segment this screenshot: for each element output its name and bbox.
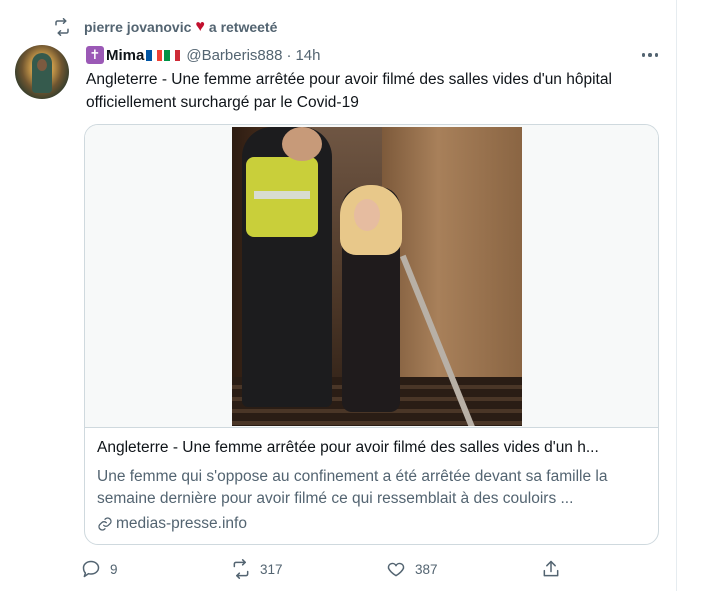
link-card[interactable]: Angleterre - Une femme arrêtée pour avoi… [84,124,659,545]
card-media[interactable] [85,125,658,428]
reply-icon [80,558,102,580]
card-description: Une femme qui s'oppose au confinement a … [97,468,608,507]
cross-emoji-icon: ✝ [86,46,104,64]
retweet-icon [52,17,72,37]
retweeter-name[interactable]: pierre jovanovic [84,19,191,35]
retweet-context: pierre jovanovic ♥ a retweeté [52,16,277,38]
more-icon[interactable] [638,46,662,64]
tweet-header: ✝ Mima @Barberis888 · 14h [86,44,320,66]
retweet-action-text: a retweeté [208,19,278,35]
card-body[interactable]: Angleterre - Une femme arrêtée pour avoi… [97,437,647,535]
italy-flag-icon [164,49,181,61]
reply-button[interactable]: 9 [80,556,118,582]
heart-icon: ♥ [195,18,205,35]
user-handle[interactable]: @Barberis888 [186,47,282,64]
link-icon [97,516,113,532]
avatar[interactable] [15,45,69,99]
france-flag-icon [146,49,163,61]
share-button[interactable] [540,556,570,582]
like-count: 387 [415,561,438,577]
tweet-text: Angleterre - Une femme arrêtée pour avoi… [86,71,612,111]
tweet-time[interactable]: 14h [295,47,320,64]
separator-dot: · [286,46,292,64]
card-domain-row: medias-presse.info [97,513,647,535]
retweet-count: 317 [260,561,283,577]
card-image[interactable] [232,127,522,426]
display-name[interactable]: Mima [106,47,144,64]
retweet-label[interactable]: pierre jovanovic ♥ a retweeté [84,18,278,36]
timeline-border [676,0,677,591]
tweet-actions: 9 317 387 [80,556,580,582]
card-domain: medias-presse.info [116,515,247,532]
retweet-button[interactable]: 317 [230,556,283,582]
like-icon [385,558,407,580]
avatar-face [37,59,47,71]
like-button[interactable]: 387 [385,556,438,582]
share-icon [540,558,562,580]
reply-count: 9 [110,561,118,577]
card-title: Angleterre - Une femme arrêtée pour avoi… [97,439,599,456]
retweet-icon [230,558,252,580]
